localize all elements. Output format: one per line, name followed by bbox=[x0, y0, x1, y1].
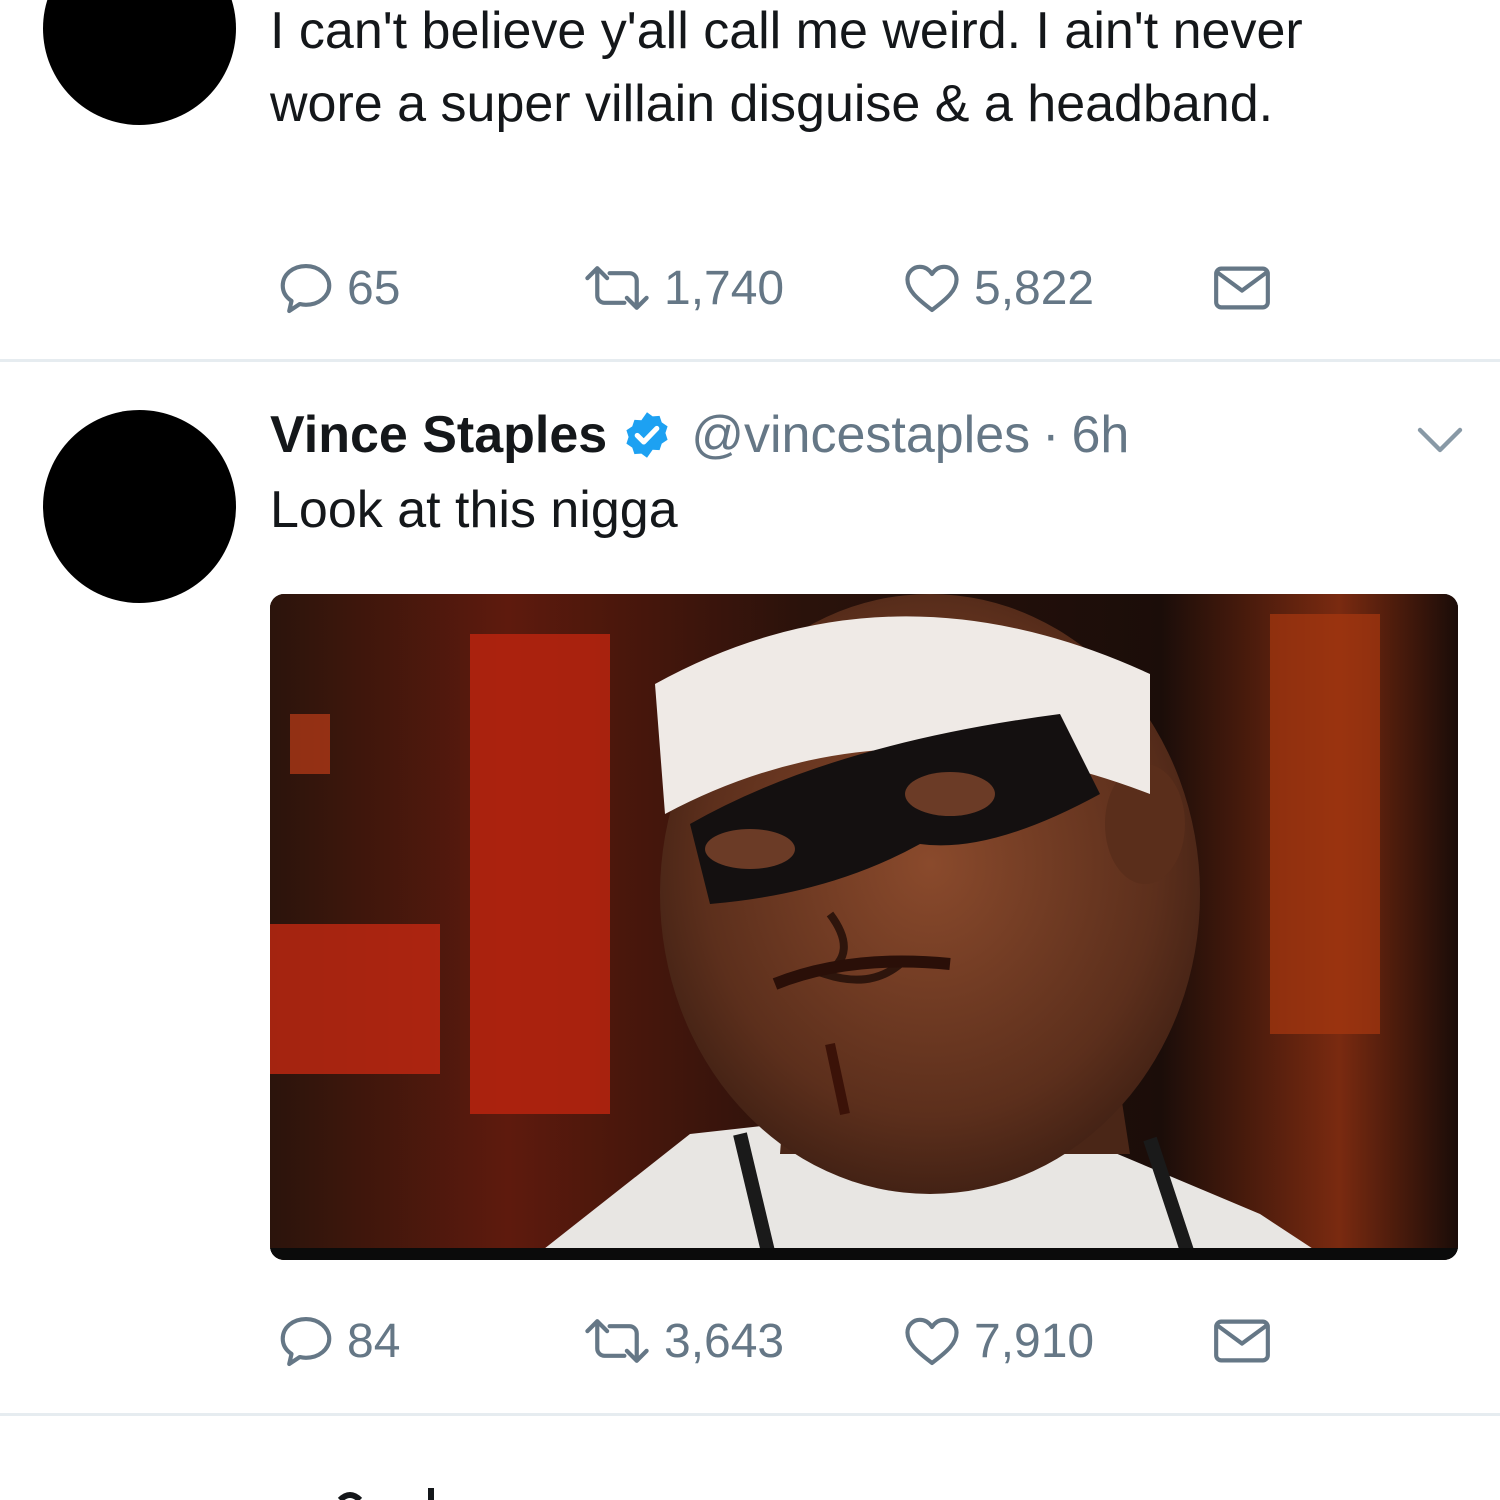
envelope-icon bbox=[1214, 1319, 1270, 1363]
reply-count: 84 bbox=[347, 1314, 401, 1368]
tweet-divider bbox=[0, 1413, 1500, 1416]
retweet-icon bbox=[585, 266, 649, 310]
avatar[interactable] bbox=[43, 0, 236, 125]
reply-button[interactable]: 65 bbox=[275, 253, 400, 323]
separator: · bbox=[1042, 406, 1060, 464]
like-button[interactable]: 5,822 bbox=[900, 253, 1094, 323]
like-count: 5,822 bbox=[974, 261, 1095, 315]
media-image bbox=[270, 594, 1458, 1260]
heart-icon bbox=[905, 1317, 959, 1366]
reply-icon bbox=[280, 263, 332, 314]
heart-icon bbox=[905, 264, 959, 313]
tweet[interactable]: Vince Staples @vincestaples · 6h Look at… bbox=[0, 362, 1500, 1414]
chevron-down-icon[interactable] bbox=[1412, 420, 1468, 460]
like-count: 7,910 bbox=[974, 1314, 1095, 1368]
retweet-count: 1,740 bbox=[664, 261, 785, 315]
retweet-icon bbox=[585, 1319, 649, 1363]
retweet-button[interactable]: 3,643 bbox=[580, 1306, 784, 1376]
reply-count: 65 bbox=[347, 261, 401, 315]
timestamp[interactable]: 6h bbox=[1072, 405, 1130, 465]
reply-icon bbox=[280, 1316, 332, 1367]
tweet-text: Look at this nigga bbox=[270, 481, 678, 539]
retweet-count: 3,643 bbox=[664, 1314, 785, 1368]
tweet-text: I can't believe y'all call me weird. I a… bbox=[270, 2, 1303, 133]
tweet-actions: 84 3,643 7,910 bbox=[270, 1306, 1320, 1376]
envelope-icon bbox=[1214, 266, 1270, 310]
avatar[interactable] bbox=[43, 410, 236, 603]
tweet-header: Vince Staples @vincestaples · 6h bbox=[270, 400, 1129, 470]
tweet-media-gif[interactable] bbox=[270, 594, 1458, 1260]
retweet-button[interactable]: 1,740 bbox=[580, 253, 784, 323]
tweet[interactable]: I can't believe y'all call me weird. I a… bbox=[0, 0, 1500, 360]
tweet-actions: 65 1,740 5,822 bbox=[270, 253, 1320, 323]
like-button[interactable]: 7,910 bbox=[900, 1306, 1094, 1376]
verified-badge-icon bbox=[626, 412, 668, 458]
direct-message-button[interactable] bbox=[1210, 1306, 1274, 1376]
reply-button[interactable]: 84 bbox=[275, 1306, 400, 1376]
author-handle[interactable]: @vincestaples bbox=[691, 405, 1030, 465]
direct-message-button[interactable] bbox=[1210, 253, 1274, 323]
author-name[interactable]: Vince Staples bbox=[270, 405, 607, 465]
next-tweet-fragment bbox=[337, 1488, 434, 1500]
